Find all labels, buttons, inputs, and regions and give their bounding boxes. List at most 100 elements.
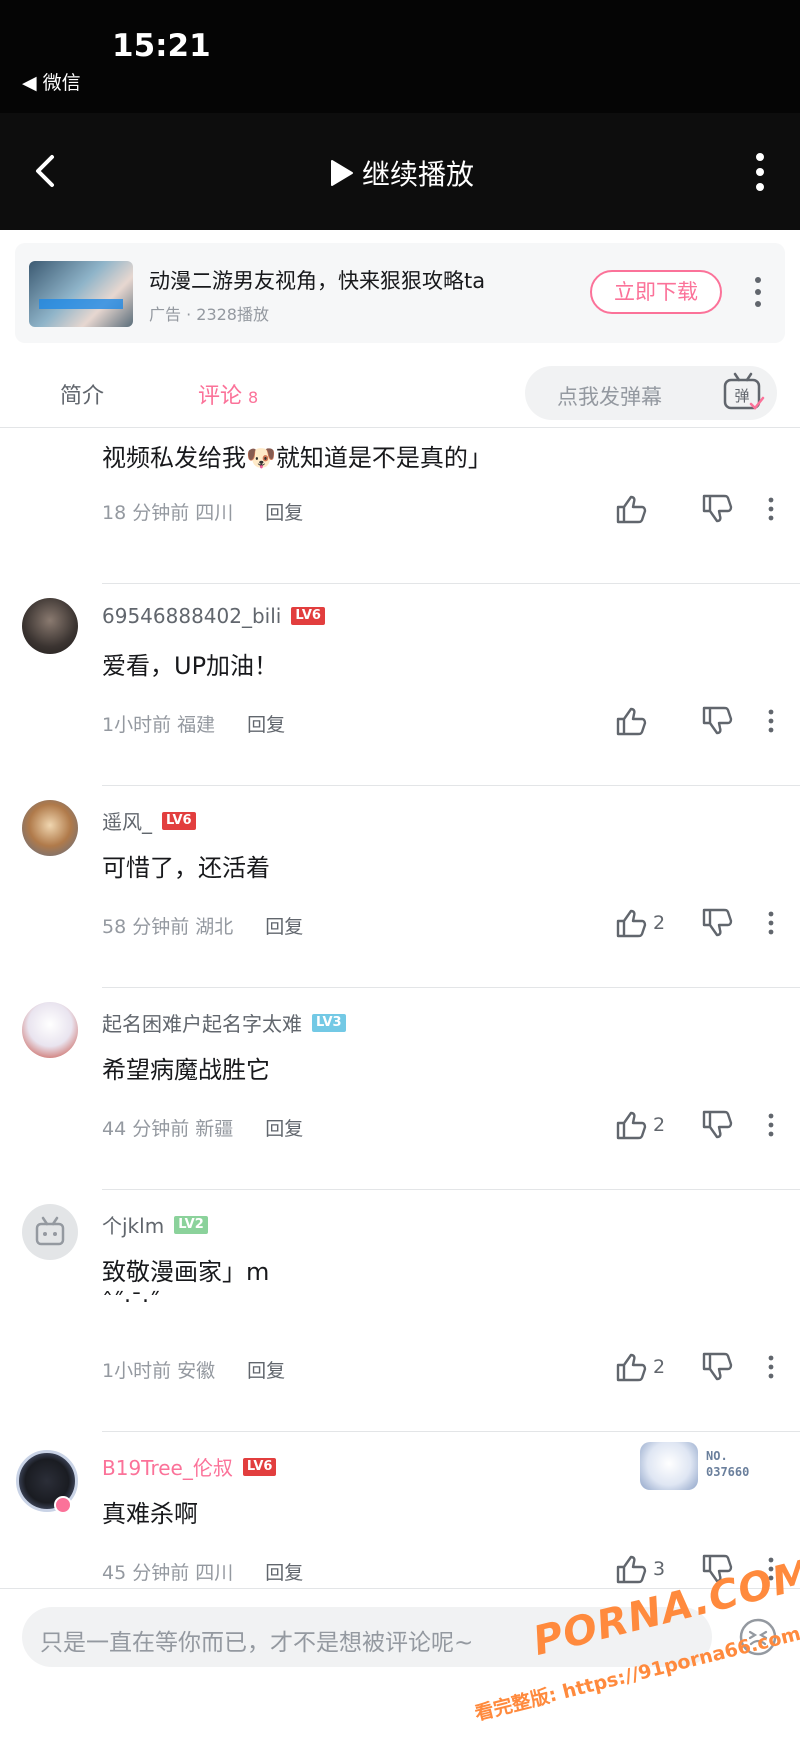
ad-title: 动漫二游男友视角，快来狠狠攻略ta: [149, 269, 486, 293]
comment-item: B19Tree_伦叔 LV6 NO. 037660 真难杀啊 45 分钟前 四川 …: [0, 1432, 800, 1588]
comment-more-icon[interactable]: [767, 1355, 775, 1379]
back-arrow-icon[interactable]: [26, 151, 66, 191]
dislike-icon[interactable]: [701, 1352, 735, 1382]
comment-input[interactable]: 只是一直在等你而已，才不是想被评论呢~: [22, 1607, 712, 1667]
avatar[interactable]: [22, 1204, 78, 1260]
comment-meta: 1小时前 安徽 回复: [102, 1356, 285, 1383]
continue-play-button[interactable]: 继续播放: [328, 153, 474, 193]
ad-thumbnail: [29, 261, 133, 327]
comment-time-location: 1小时前 福建: [102, 714, 216, 736]
ad-meta: 广告 · 2328播放: [149, 305, 269, 324]
comment-item: 起名困难户起名字太难 LV3 希望病魔战胜它 44 分钟前 新疆 回复 2: [0, 988, 800, 1190]
comment-username[interactable]: 起名困难户起名字太难 LV3: [102, 1008, 346, 1037]
danmaku-input[interactable]: 点我发弹幕 弹: [525, 366, 777, 420]
comment-actions: 2: [615, 1352, 775, 1382]
avatar[interactable]: [22, 598, 78, 654]
reply-button[interactable]: 回复: [265, 912, 303, 939]
dislike-icon[interactable]: [701, 1110, 735, 1140]
comment-username[interactable]: 个jklm LV2: [102, 1210, 208, 1239]
comment-input-bar: 只是一直在等你而已，才不是想被评论呢~: [0, 1588, 800, 1738]
danmaku-toggle-icon[interactable]: 弹: [721, 372, 765, 414]
comment-username[interactable]: 遥风_ LV6: [102, 806, 196, 835]
reply-button[interactable]: 回复: [265, 498, 303, 525]
danmaku-placeholder: 点我发弹幕: [557, 385, 662, 409]
like-count: 3: [653, 1558, 666, 1580]
comment-more-icon[interactable]: [767, 709, 775, 733]
fan-badge-number: NO. 037660: [706, 1449, 750, 1479]
avatar-pendant-badge: [54, 1496, 72, 1514]
like-icon[interactable]: [615, 1352, 649, 1382]
comment-actions: 2: [615, 908, 775, 938]
comment-text: 可惜了，还活着: [102, 854, 270, 882]
tab-comments-label: 评论: [198, 384, 243, 409]
comment-text-line2: ˆ˝‧ˉ‧˝: [102, 1290, 160, 1306]
ad-card[interactable]: 动漫二游男友视角，快来狠狠攻略ta 广告 · 2328播放 立即下载: [15, 243, 785, 343]
level-badge: LV6: [162, 811, 196, 830]
comment-item: 遥风_ LV6 可惜了，还活着 58 分钟前 湖北 回复 2: [0, 786, 800, 988]
like-count: 2: [653, 912, 666, 934]
comment-more-icon[interactable]: [767, 1557, 775, 1581]
comment-more-icon[interactable]: [767, 911, 775, 935]
dislike-icon[interactable]: [701, 706, 735, 736]
comment-username[interactable]: B19Tree_伦叔 LV6: [102, 1452, 277, 1481]
fan-badge-card[interactable]: NO. 037660: [640, 1438, 770, 1494]
comment-time-location: 58 分钟前 湖北: [102, 916, 234, 938]
detail-tabs: 简介 评论 8 点我发弹幕 弹: [0, 356, 800, 428]
play-icon: [331, 160, 353, 186]
like-icon[interactable]: [615, 1110, 649, 1140]
comment-input-placeholder: 只是一直在等你而已，才不是想被评论呢~: [40, 1630, 474, 1656]
comment-list: 视频私发给我🐶就知道是不是真的」 18 分钟前 四川 回复 6954688840…: [0, 428, 800, 1588]
level-badge: LV6: [291, 607, 325, 625]
like-icon[interactable]: [615, 1554, 649, 1584]
dislike-icon[interactable]: [701, 1554, 735, 1584]
tab-intro[interactable]: 简介: [60, 378, 104, 410]
avatar[interactable]: [22, 1002, 78, 1058]
ad-more-icon[interactable]: [753, 275, 763, 309]
comment-meta: 45 分钟前 四川 回复: [102, 1558, 303, 1585]
comment-time-location: 18 分钟前 四川: [102, 502, 234, 524]
comment-time-location: 44 分钟前 新疆: [102, 1118, 234, 1140]
reply-button[interactable]: 回复: [247, 1356, 285, 1383]
comment-text: 视频私发给我🐶就知道是不是真的」: [102, 444, 492, 472]
comment-actions: 3: [615, 1554, 775, 1584]
comment-meta: 1小时前 福建 回复: [102, 710, 285, 737]
emoji-icon[interactable]: [738, 1617, 778, 1657]
danmaku-button-label: 弹: [734, 387, 749, 405]
comment-meta: 18 分钟前 四川 回复: [102, 498, 303, 525]
comment-meta: 44 分钟前 新疆 回复: [102, 1114, 303, 1141]
continue-play-label: 继续播放: [362, 158, 475, 191]
like-icon[interactable]: [615, 706, 649, 736]
comment-time-location: 1小时前 安徽: [102, 1360, 216, 1382]
default-avatar-icon: [35, 1216, 65, 1246]
like-icon[interactable]: [615, 494, 649, 524]
comment-actions: [615, 706, 775, 736]
comment-actions: [615, 494, 775, 524]
reply-button[interactable]: 回复: [265, 1114, 303, 1141]
dislike-icon[interactable]: [701, 494, 735, 524]
comment-more-icon[interactable]: [767, 497, 775, 521]
comment-more-icon[interactable]: [767, 1113, 775, 1137]
tab-comments[interactable]: 评论 8: [198, 378, 258, 410]
status-time: 15:21: [112, 28, 211, 64]
fan-badge-avatar-icon: [640, 1442, 698, 1490]
like-count: 2: [653, 1356, 666, 1378]
comment-text: 爱看，UP加油！: [102, 652, 279, 680]
status-bar: 15:21 ◀ 微信: [0, 0, 800, 113]
comment-item: 69546888402_bili LV6 爱看，UP加油！ 1小时前 福建 回复: [0, 584, 800, 786]
download-button[interactable]: 立即下载: [590, 270, 722, 314]
dislike-icon[interactable]: [701, 908, 735, 938]
level-badge: LV6: [242, 1457, 277, 1476]
avatar[interactable]: [22, 800, 78, 856]
comment-item: 视频私发给我🐶就知道是不是真的」 18 分钟前 四川 回复: [0, 428, 800, 584]
level-badge: LV2: [174, 1215, 208, 1234]
comment-text: 致敬漫画家」m: [102, 1258, 270, 1286]
like-icon[interactable]: [615, 908, 649, 938]
comment-item: 个jklm LV2 致敬漫画家」m ˆ˝‧ˉ‧˝ 1小时前 安徽 回复 2: [0, 1190, 800, 1432]
level-badge: LV3: [312, 1013, 346, 1032]
reply-button[interactable]: 回复: [247, 710, 285, 737]
more-vertical-icon[interactable]: [748, 151, 772, 193]
comment-username[interactable]: 69546888402_bili LV6: [102, 604, 325, 628]
reply-button[interactable]: 回复: [265, 1558, 303, 1585]
back-to-wechat-link[interactable]: ◀ 微信: [22, 68, 81, 95]
player-header: 继续播放: [0, 113, 800, 230]
